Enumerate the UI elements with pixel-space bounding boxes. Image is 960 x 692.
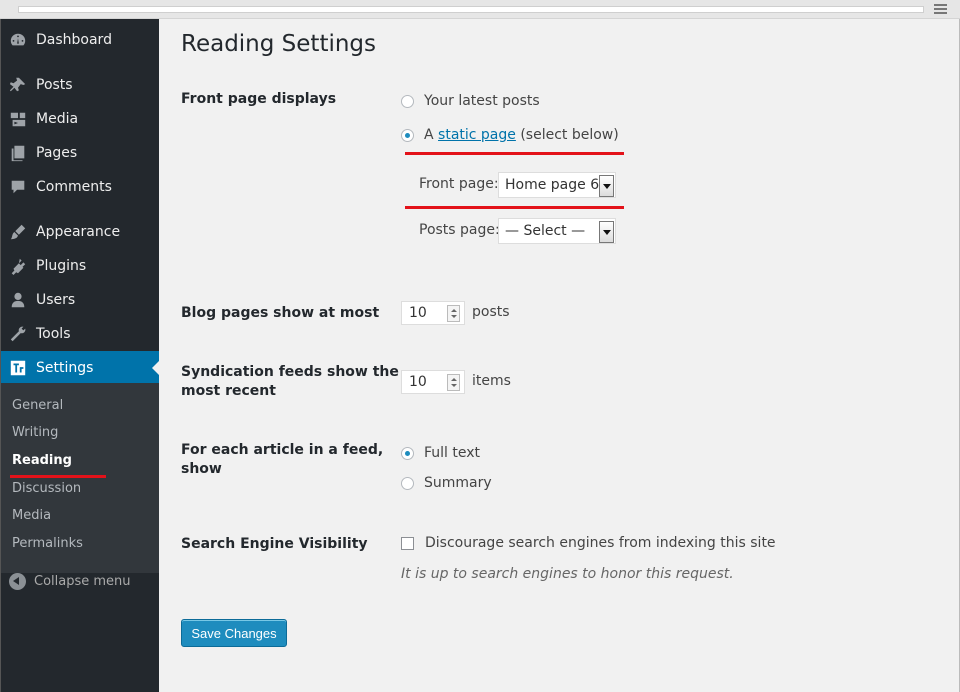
collapse-menu-button[interactable]: Collapse menu [9, 573, 131, 590]
page-title: Reading Settings [181, 31, 377, 57]
option-static-suffix: (select below) [520, 127, 619, 143]
collapse-menu-label: Collapse menu [34, 574, 131, 589]
syndication-label: Syndication feeds show the most recent [181, 363, 399, 401]
sidebar-item-label: Comments [36, 179, 112, 195]
blog-pages-value: 10 [409, 305, 427, 321]
highlight-underline [405, 206, 624, 209]
collapse-arrow-icon [9, 573, 26, 590]
sidebar-item-label: Dashboard [36, 32, 112, 48]
posts-page-label: Posts page: [419, 222, 500, 238]
submenu-item-permalinks[interactable]: Permalinks [12, 536, 83, 551]
option-full-text-label: Full text [424, 445, 481, 461]
static-page-link[interactable]: static page [438, 127, 516, 143]
dashboard-icon [9, 31, 27, 49]
option-summary-label: Summary [424, 475, 492, 491]
chevron-down-icon[interactable] [599, 221, 614, 243]
option-static-page[interactable]: A static page (select below) [401, 127, 619, 143]
brush-icon [9, 223, 27, 241]
sidebar-item-label: Media [36, 111, 79, 127]
sidebar-item-label: Posts [36, 77, 73, 93]
media-icon [9, 110, 27, 128]
user-icon [9, 291, 27, 309]
main-content: Reading Settings Front page displays You… [159, 19, 960, 692]
syndication-label-line2: most recent [181, 383, 276, 399]
front-page-select[interactable]: Home page 6 [498, 172, 616, 198]
feed-article-label-line1: For each article in a feed, [181, 442, 384, 458]
posts-page-select[interactable]: — Select — [498, 218, 616, 244]
posts-page-select-value: — Select — [505, 223, 586, 239]
number-stepper[interactable] [447, 374, 460, 391]
sidebar-item-dashboard[interactable]: Dashboard [1, 23, 160, 57]
option-latest-posts-label: Your latest posts [424, 93, 540, 109]
plug-icon [9, 257, 27, 275]
sidebar-item-label: Appearance [36, 224, 121, 240]
number-stepper[interactable] [447, 305, 460, 322]
option-static-prefix: A [424, 127, 434, 143]
comment-icon [9, 178, 27, 196]
discourage-search-checkbox[interactable] [401, 536, 414, 550]
feed-article-label: For each article in a feed, show [181, 441, 383, 479]
sidebar-item-posts[interactable]: Posts [1, 68, 160, 102]
discourage-search-label: Discourage search engines from indexing … [425, 535, 776, 551]
radio-static-page[interactable] [401, 128, 414, 142]
sidebar-item-label: Pages [36, 145, 78, 161]
sidebar-item-plugins[interactable]: Plugins [1, 249, 160, 283]
highlight-underline [405, 152, 624, 155]
save-changes-button[interactable]: Save Changes [181, 619, 287, 647]
sidebar-item-appearance[interactable]: Appearance [1, 215, 160, 249]
address-bar[interactable] [18, 6, 924, 13]
sidebar-item-label: Settings [36, 360, 94, 376]
option-latest-posts[interactable]: Your latest posts [401, 93, 540, 109]
submenu-item-media[interactable]: Media [12, 508, 51, 523]
chevron-down-icon[interactable] [599, 175, 614, 197]
search-visibility-label: Search Engine Visibility [181, 536, 368, 552]
sidebar-item-comments[interactable]: Comments [1, 170, 160, 204]
blog-pages-unit: posts [472, 304, 510, 320]
front-page-displays-label: Front page displays [181, 91, 337, 107]
pages-icon [9, 144, 27, 162]
discourage-search-option[interactable]: Discourage search engines from indexing … [401, 535, 776, 551]
syndication-value: 10 [409, 374, 427, 390]
radio-summary[interactable] [401, 476, 414, 490]
submenu-item-discussion[interactable]: Discussion [12, 481, 81, 496]
settings-icon [9, 359, 27, 377]
blog-pages-label: Blog pages show at most [181, 305, 380, 321]
radio-latest-posts[interactable] [401, 94, 414, 108]
syndication-label-line1: Syndication feeds show the [181, 364, 399, 380]
sidebar-item-users[interactable]: Users [1, 283, 160, 317]
feed-article-label-line2: show [181, 461, 222, 477]
sidebar-item-pages[interactable]: Pages [1, 136, 160, 170]
submenu-item-reading[interactable]: Reading [12, 453, 72, 468]
blog-pages-input[interactable]: 10 [401, 301, 465, 325]
front-page-label: Front page: [419, 176, 499, 192]
radio-full-text[interactable] [401, 446, 414, 460]
syndication-unit: items [472, 373, 511, 389]
submenu-item-writing[interactable]: Writing [12, 425, 58, 440]
settings-submenu: General Writing Reading Discussion Media… [1, 383, 160, 573]
sidebar-item-label: Users [36, 292, 76, 308]
sidebar-item-label: Tools [36, 326, 71, 342]
front-page-select-value: Home page 6 [505, 177, 600, 193]
browser-top-strip [0, 0, 960, 19]
sidebar-item-label: Plugins [36, 258, 87, 274]
sidebar-item-media[interactable]: Media [1, 102, 160, 136]
submenu-item-general[interactable]: General [12, 398, 63, 413]
option-full-text[interactable]: Full text [401, 445, 480, 461]
wrench-icon [9, 325, 27, 343]
pin-icon [9, 76, 27, 94]
option-summary[interactable]: Summary [401, 475, 492, 491]
admin-sidebar: Dashboard Posts Media Pages Comments App… [0, 19, 160, 692]
highlight-underline [10, 475, 106, 478]
search-visibility-description: It is up to search engines to honor this… [401, 566, 734, 582]
syndication-input[interactable]: 10 [401, 370, 465, 394]
menu-icon[interactable] [934, 4, 947, 15]
sidebar-item-tools[interactable]: Tools [1, 317, 160, 351]
sidebar-item-settings[interactable]: Settings [1, 351, 160, 385]
